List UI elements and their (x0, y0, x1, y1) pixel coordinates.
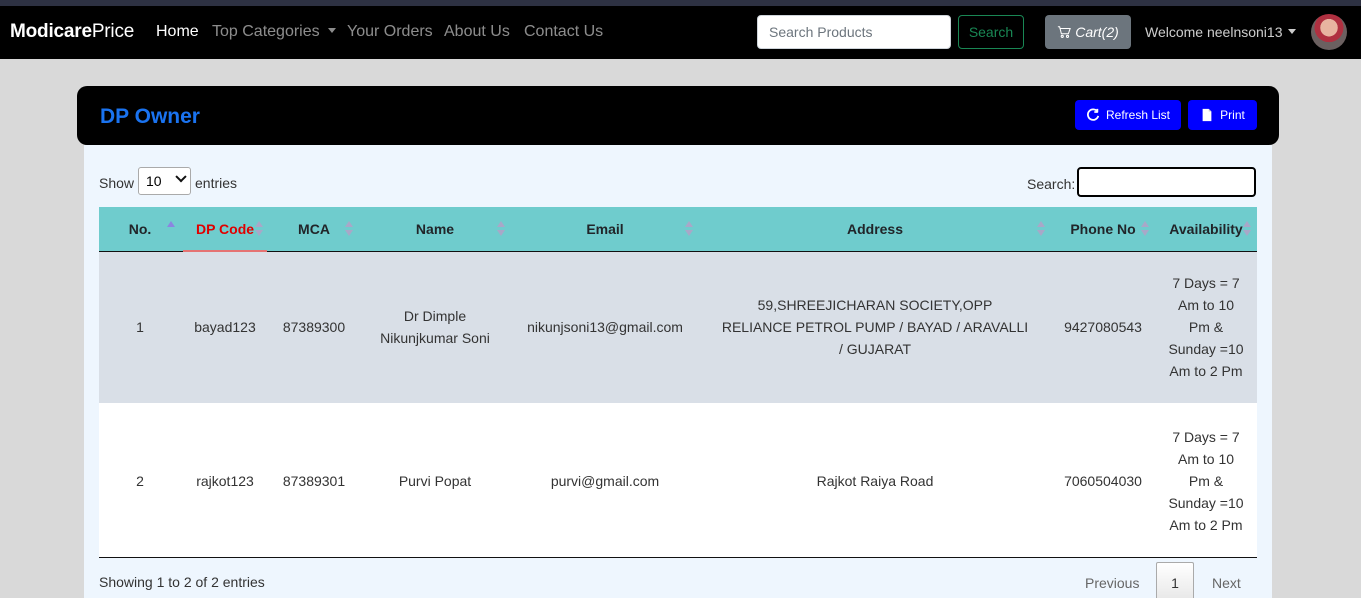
cell-dp-code: bayad123 (181, 251, 269, 404)
cart-label: Cart(2) (1075, 24, 1119, 40)
sort-icon (1243, 221, 1251, 237)
column-header-dp-code[interactable]: DP Code (181, 207, 269, 252)
search-products-input[interactable] (757, 15, 951, 49)
table-row: 2 rajkot123 87389301 Purvi Popat purvi@g… (99, 404, 1257, 557)
cell-mca: 87389301 (269, 404, 359, 557)
column-header-address[interactable]: Address (699, 207, 1051, 252)
nav-top-categories[interactable]: Top Categories (212, 23, 336, 41)
nav-your-orders[interactable]: Your Orders (347, 23, 433, 41)
sort-icon (685, 221, 693, 237)
cell-availability: 7 Days = 7 Am to 10 Pm & Sunday =10 Am t… (1155, 404, 1257, 557)
search-button[interactable]: Search (958, 15, 1024, 49)
avatar[interactable] (1311, 14, 1347, 50)
nav-contact-us[interactable]: Contact Us (524, 23, 603, 41)
column-header-email[interactable]: Email (511, 207, 699, 252)
print-button[interactable]: Print (1188, 100, 1257, 130)
sort-icon (345, 221, 353, 237)
sort-icon (255, 221, 263, 237)
table-panel: Show 10 entries Search: No. DP Code MCA … (84, 145, 1272, 598)
cell-email: nikunjsoni13@gmail.com (511, 251, 699, 404)
data-table: No. DP Code MCA Name Email Address Phone… (99, 207, 1257, 558)
show-label: Show (99, 175, 135, 191)
cell-phone: 7060504030 (1051, 404, 1155, 557)
column-header-name[interactable]: Name (359, 207, 511, 252)
cell-no: 2 (99, 404, 181, 557)
brand-logo[interactable]: ModicarePrice (10, 21, 134, 43)
nav-about-us[interactable]: About Us (444, 23, 510, 41)
pagination-page-1[interactable]: 1 (1156, 562, 1194, 598)
sort-icon (1141, 221, 1149, 237)
pagination-next[interactable]: Next (1212, 575, 1241, 591)
sort-asc-icon (167, 221, 175, 227)
entries-label: entries (195, 175, 238, 191)
document-icon (1202, 108, 1212, 122)
table-search-input[interactable] (1077, 167, 1256, 197)
refresh-icon (1087, 108, 1100, 121)
cell-mca: 87389300 (269, 251, 359, 404)
cell-phone: 9427080543 (1051, 251, 1155, 404)
page-title: DP Owner (100, 105, 200, 128)
table-search-label: Search: (1027, 176, 1076, 192)
cell-name: Purvi Popat (359, 404, 511, 557)
sort-icon (497, 221, 505, 237)
cell-email: purvi@gmail.com (511, 404, 699, 557)
card-header: DP Owner Refresh List Print (77, 86, 1279, 145)
chevron-down-icon (1287, 29, 1296, 34)
column-header-phone[interactable]: Phone No (1051, 207, 1155, 252)
nav-home[interactable]: Home (156, 23, 199, 41)
table-row: 1 bayad123 87389300 Dr Dimple Nikunjkuma… (99, 251, 1257, 404)
chevron-down-icon (175, 171, 187, 183)
navbar: ModicarePrice Home Top Categories Your O… (0, 6, 1361, 59)
cart-button[interactable]: Cart(2) (1045, 15, 1131, 49)
cell-dp-code: rajkot123 (181, 404, 269, 557)
user-menu[interactable]: Welcome neelnsoni13 (1145, 24, 1296, 40)
column-header-no[interactable]: No. (99, 207, 181, 252)
column-header-mca[interactable]: MCA (269, 207, 359, 252)
refresh-list-button[interactable]: Refresh List (1075, 100, 1181, 130)
cell-no: 1 (99, 251, 181, 404)
chevron-down-icon (327, 28, 336, 33)
pagination-previous[interactable]: Previous (1085, 575, 1139, 591)
entries-select[interactable]: 10 (138, 167, 191, 195)
cell-address: 59,SHREEJICHARAN SOCIETY,OPP RELIANCE PE… (699, 251, 1051, 404)
cart-icon (1058, 26, 1072, 38)
cell-name: Dr Dimple Nikunjkumar Soni (359, 251, 511, 404)
cell-address: Rajkot Raiya Road (699, 404, 1051, 557)
column-header-availability[interactable]: Availability (1155, 207, 1257, 252)
sort-icon (1037, 221, 1045, 237)
cell-availability: 7 Days = 7 Am to 10 Pm & Sunday =10 Am t… (1155, 251, 1257, 404)
table-info: Showing 1 to 2 of 2 entries (99, 574, 265, 590)
